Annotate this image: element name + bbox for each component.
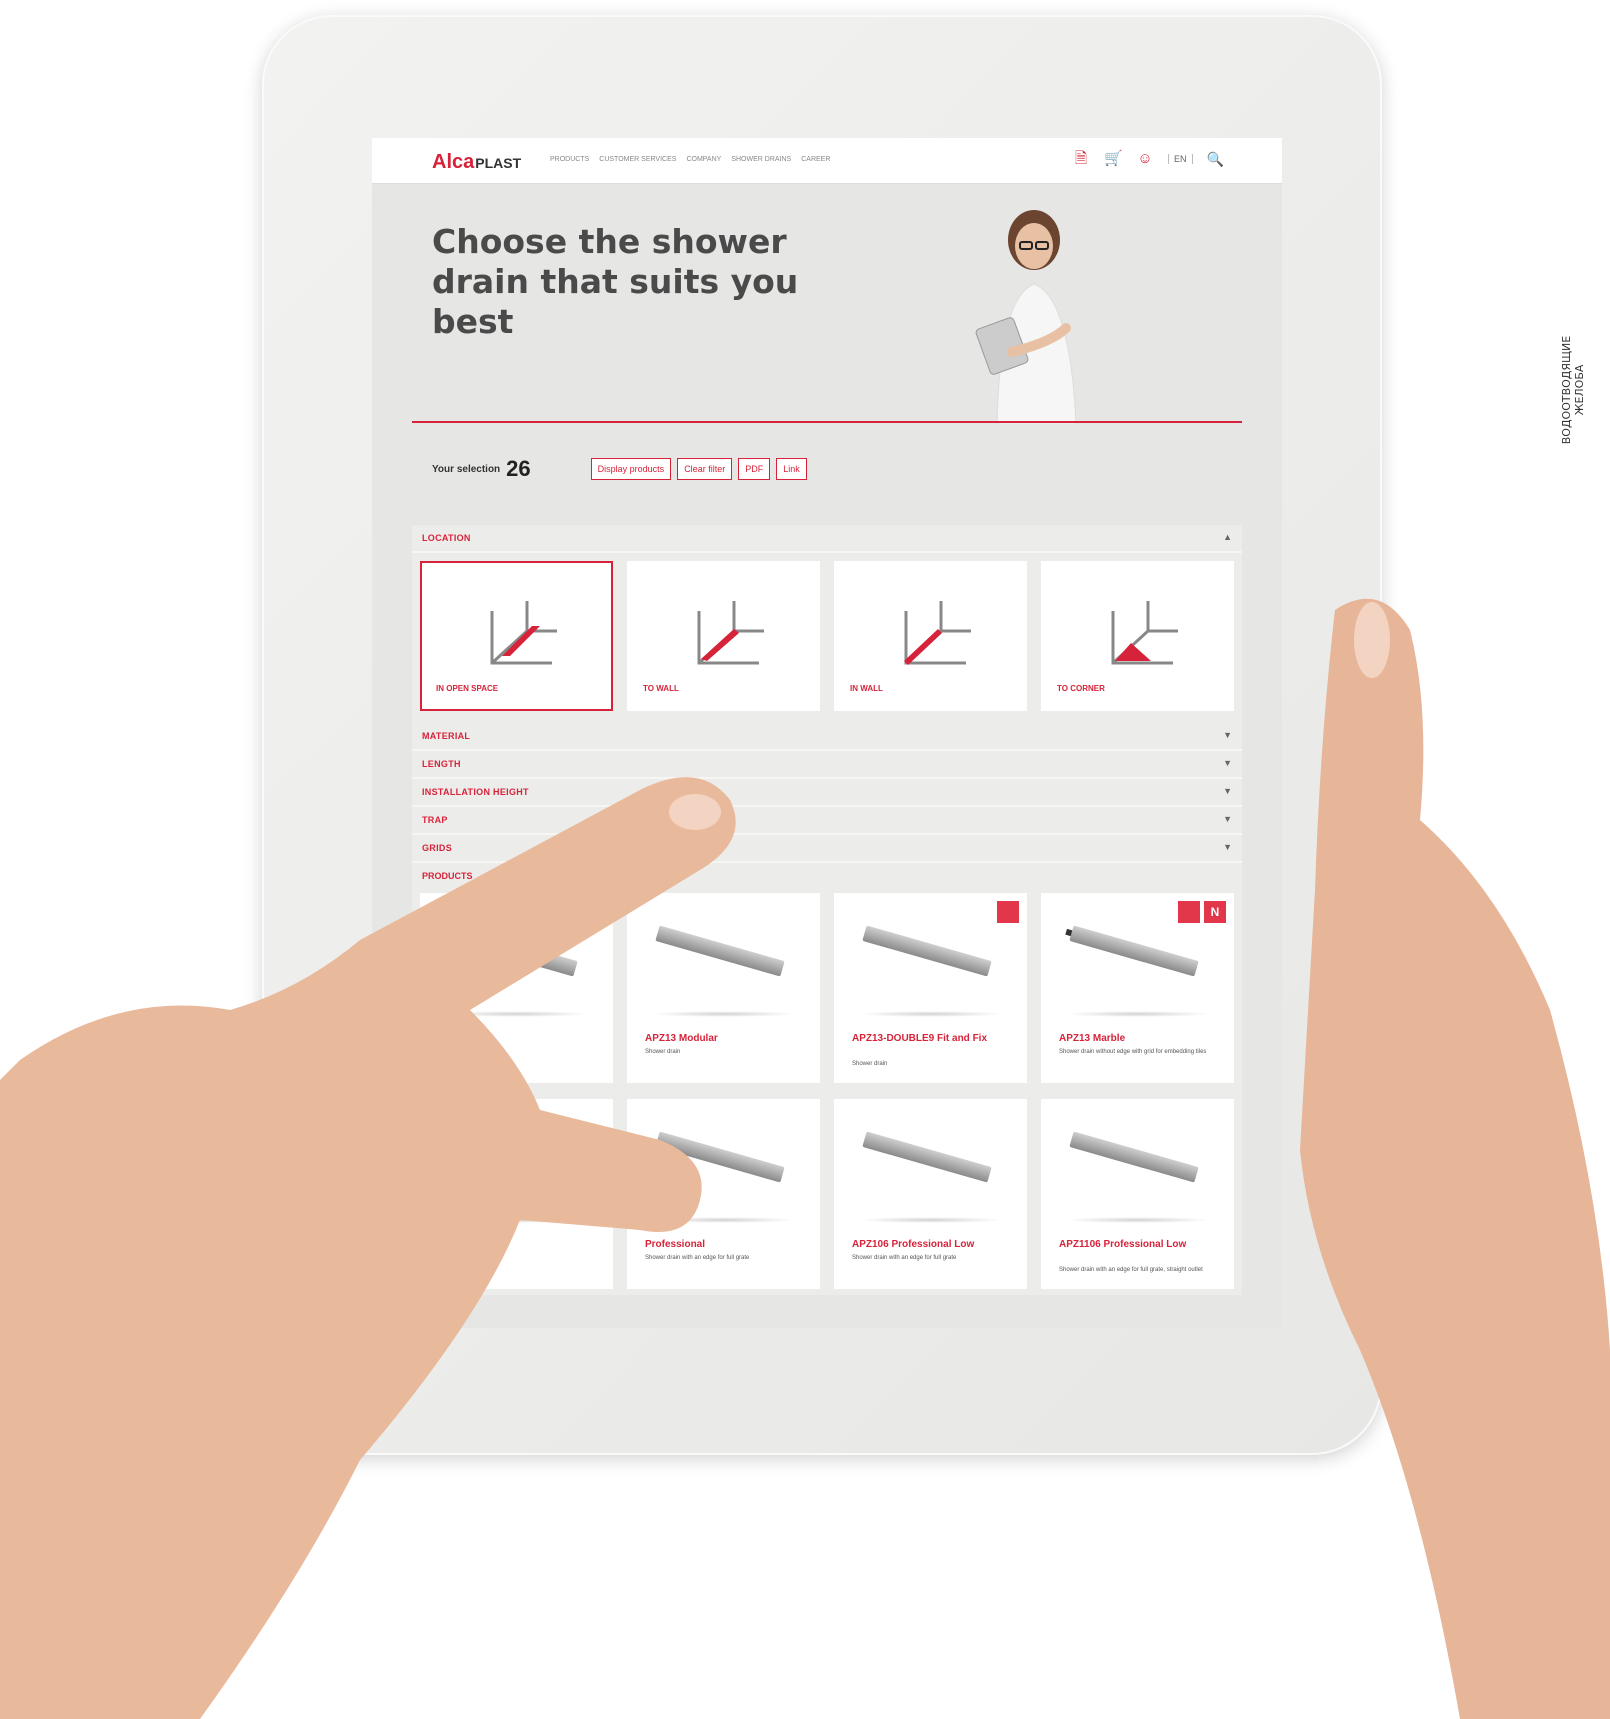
product-card[interactable]: N APZ13 Marble Shower drain without edge… — [1041, 893, 1234, 1083]
product-name: APZ1106 Professional Low — [1059, 1239, 1187, 1250]
chevron-down-icon: ▼ — [1223, 842, 1232, 852]
nav-item-products[interactable]: PRODUCTS — [550, 156, 589, 163]
location-option-in-wall[interactable]: IN WALL — [834, 561, 1027, 711]
drain-image — [1069, 925, 1199, 977]
chevron-up-icon: ▲ — [1223, 532, 1232, 542]
hero-title: Choose the shower drain that suits you b… — [432, 222, 799, 341]
nav-item-shower-drains[interactable]: SHOWER DRAINS — [731, 156, 791, 163]
pointing-hand-image — [0, 777, 736, 1719]
favorite-badge[interactable] — [997, 901, 1019, 923]
cart-icon[interactable]: 🛒 — [1104, 150, 1123, 168]
account-icon[interactable]: ☺ — [1136, 150, 1154, 168]
side-caption-text: ВОДООТВОДЯЩИЕ ЖЕЛОБА — [1560, 335, 1586, 445]
open-space-icon — [490, 601, 557, 665]
chevron-down-icon: ▼ — [1223, 814, 1232, 824]
site-header: AlcaPLAST PRODUCTS CUSTOMER SERVICES COM… — [372, 138, 1282, 184]
language-switch[interactable]: EN — [1168, 154, 1193, 164]
hero-divider — [412, 421, 1242, 423]
main-nav: PRODUCTS CUSTOMER SERVICES COMPANY SHOWE… — [550, 156, 830, 163]
selection-count: 26 — [506, 456, 531, 481]
filter-material-header[interactable]: MATERIAL ▼ — [412, 723, 1242, 751]
selection-bar: Your selection 26 Display products Clear… — [432, 456, 813, 482]
favorite-badge[interactable] — [1178, 901, 1200, 923]
nav-item-company[interactable]: COMPANY — [686, 156, 721, 163]
in-wall-icon — [903, 601, 971, 665]
location-option-open-space[interactable]: IN OPEN SPACE — [420, 561, 613, 711]
drain-image — [1069, 1131, 1199, 1183]
nav-item-career[interactable]: CAREER — [801, 156, 830, 163]
location-option-to-corner[interactable]: TO CORNER — [1041, 561, 1234, 711]
product-desc: Shower drain without edge with grid for … — [1059, 1049, 1207, 1055]
product-name: APZ13 Marble — [1059, 1033, 1126, 1044]
new-badge: N — [1204, 901, 1226, 923]
filter-location-header[interactable]: LOCATION ▲ — [412, 525, 1242, 553]
drain-image — [862, 925, 992, 977]
nav-item-customer-services[interactable]: CUSTOMER SERVICES — [599, 156, 676, 163]
pdf-button[interactable]: PDF — [738, 458, 771, 480]
selection-label: Your selection — [432, 463, 501, 475]
product-card[interactable]: APZ106 Professional Low Shower drain wit… — [834, 1099, 1027, 1289]
search-icon[interactable]: 🔍 — [1207, 151, 1224, 168]
location-option-to-wall[interactable]: TO WALL — [627, 561, 820, 711]
hero-banner: Choose the shower drain that suits you b… — [372, 184, 1282, 424]
to-wall-icon — [697, 601, 764, 665]
product-card[interactable]: APZ1106 Professional Low Shower drain wi… — [1041, 1099, 1234, 1289]
chevron-down-icon: ▼ — [1223, 730, 1232, 740]
product-desc: Shower drain with an edge for full grate — [852, 1255, 957, 1261]
document-icon[interactable]: 🗎 — [1072, 150, 1090, 168]
link-button[interactable]: Link — [776, 458, 807, 480]
location-options: IN OPEN SPACE TO WALL IN WALL TO CORNER — [412, 553, 1242, 723]
clear-filter-button[interactable]: Clear filter — [677, 458, 733, 480]
product-name: APZ13-DOUBLE9 Fit and Fix — [852, 1033, 988, 1044]
display-products-button[interactable]: Display products — [590, 458, 672, 480]
header-icons: 🗎 🛒 ☺ EN 🔍 — [1072, 150, 1224, 168]
product-card[interactable]: APZ13-DOUBLE9 Fit and Fix Shower drain — [834, 893, 1027, 1083]
product-name: APZ106 Professional Low — [852, 1239, 975, 1250]
chevron-down-icon: ▼ — [1223, 758, 1232, 768]
drain-image — [862, 1131, 992, 1183]
holding-hand-image — [1300, 598, 1610, 1719]
to-corner-icon — [1111, 601, 1178, 665]
chevron-down-icon: ▼ — [1223, 786, 1232, 796]
side-caption: ВОДООТВОДЯЩИЕ ЖЕЛОБА — [1540, 320, 1610, 480]
alcaplast-logo[interactable]: AlcaPLAST — [432, 151, 521, 174]
product-desc: Shower drain — [852, 1061, 888, 1067]
woman-with-tablet-image — [975, 210, 1077, 424]
product-desc: Shower drain with an edge for full grate… — [1059, 1267, 1203, 1273]
